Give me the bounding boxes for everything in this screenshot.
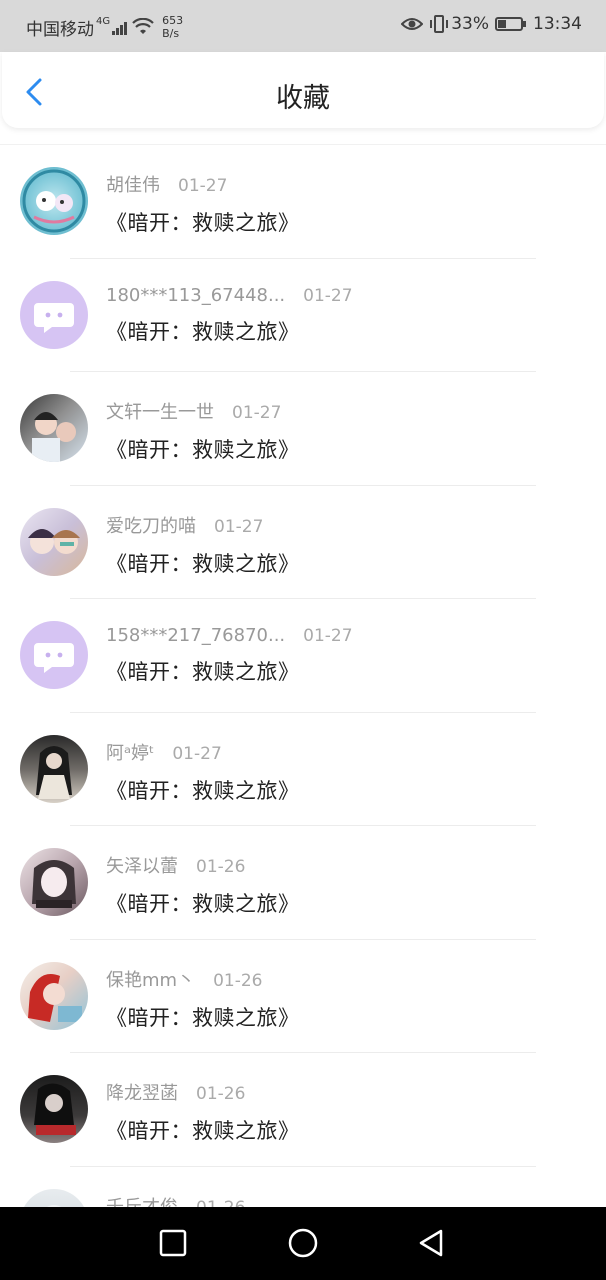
book-title[interactable]: 《暗开：救赎之旅》 — [106, 1115, 300, 1145]
avatar-image — [32, 860, 76, 908]
list-item[interactable]: 阿ᵃ婷ᵗ 01-27 《暗开：救赎之旅》 — [0, 713, 606, 826]
book-title[interactable]: 《暗开：救赎之旅》 — [106, 656, 353, 686]
list-item[interactable]: 文轩一生一世 01-27 《暗开：救赎之旅》 — [0, 372, 606, 486]
battery-icon — [495, 17, 526, 31]
book-title[interactable]: 《暗开：救赎之旅》 — [106, 1002, 300, 1032]
avatar[interactable] — [20, 1075, 88, 1143]
avatar[interactable] — [20, 280, 88, 349]
wifi-icon — [132, 18, 154, 34]
home-icon[interactable] — [287, 1227, 319, 1259]
clock: 13:34 — [533, 14, 582, 34]
avatar[interactable] — [20, 167, 88, 235]
avatar-image — [36, 745, 72, 799]
date-label: 01-27 — [214, 516, 264, 537]
user-name[interactable]: 158***217_76870... — [106, 625, 285, 646]
signal-icon — [112, 19, 128, 35]
user-name[interactable]: 阿ᵃ婷ᵗ — [106, 739, 154, 765]
vibrate-icon — [430, 15, 449, 33]
book-title[interactable]: 《暗开：救赎之旅》 — [106, 548, 300, 578]
avatar[interactable] — [20, 961, 88, 1030]
speed-value: 653 — [162, 14, 184, 27]
date-label: 01-27 — [303, 626, 353, 646]
avatar-image — [28, 973, 82, 1022]
user-name[interactable]: 降龙翌菡 — [106, 1079, 178, 1105]
app-header: 收藏 — [2, 52, 604, 128]
user-name[interactable]: 矢泽以蕾 — [106, 852, 178, 878]
status-right: 33% 13:34 — [401, 14, 582, 34]
book-title[interactable]: 《暗开：救赎之旅》 — [106, 775, 300, 805]
avatar-image — [28, 528, 80, 554]
book-title[interactable]: 《暗开：救赎之旅》 — [106, 316, 353, 346]
book-title[interactable]: 《暗开：救赎之旅》 — [106, 888, 300, 918]
date-label: 01-27 — [172, 743, 222, 764]
date-label: 01-27 — [178, 176, 228, 196]
avatar-image — [34, 1083, 76, 1135]
avatar[interactable] — [20, 848, 88, 916]
chat-bubble-icon — [34, 643, 74, 673]
speed-unit: B/s — [162, 27, 180, 40]
list-item[interactable]: 158***217_76870... 01-27 《暗开：救赎之旅》 — [0, 599, 606, 713]
favorites-list: 胡佳伟 01-27 《暗开：救赎之旅》 180***113_67448... 0… — [0, 145, 606, 1280]
avatar-image — [22, 169, 86, 233]
status-left: 中国移动 4G 653 B/s — [26, 14, 183, 40]
avatar[interactable] — [20, 394, 88, 462]
status-bar: 中国移动 4G 653 B/s 33% 13:34 — [0, 0, 606, 52]
list-item[interactable]: 矢泽以蕾 01-26 《暗开：救赎之旅》 — [0, 826, 606, 940]
user-name[interactable]: 文轩一生一世 — [106, 398, 214, 424]
date-label: 01-26 — [196, 857, 246, 877]
user-name[interactable]: 保艳mm丶 — [106, 966, 195, 992]
user-name[interactable]: 爱吃刀的喵 — [106, 512, 196, 538]
list-item[interactable]: 爱吃刀的喵 01-27 《暗开：救赎之旅》 — [0, 486, 606, 599]
page-title: 收藏 — [276, 83, 330, 114]
list-item[interactable]: 降龙翌菡 01-26 《暗开：救赎之旅》 — [0, 1053, 606, 1167]
book-title[interactable]: 《暗开：救赎之旅》 — [106, 207, 300, 237]
system-nav-bar — [0, 1207, 606, 1280]
recent-apps-icon[interactable] — [157, 1227, 189, 1259]
avatar[interactable] — [20, 621, 88, 689]
date-label: 01-26 — [196, 1084, 246, 1104]
date-label: 01-27 — [232, 403, 282, 423]
date-label: 01-27 — [303, 285, 353, 306]
avatar[interactable] — [20, 734, 88, 803]
back-triangle-icon[interactable] — [415, 1227, 447, 1259]
battery-percent: 33% — [451, 14, 489, 34]
avatar[interactable] — [20, 507, 88, 576]
carrier-label: 中国移动 — [26, 19, 94, 40]
eye-icon — [401, 18, 424, 30]
user-name[interactable]: 180***113_67448... — [106, 285, 285, 306]
list-item[interactable]: 胡佳伟 01-27 《暗开：救赎之旅》 — [0, 145, 606, 259]
user-name[interactable]: 胡佳伟 — [106, 171, 160, 197]
date-label: 01-26 — [213, 970, 263, 991]
network-type: 4G — [96, 15, 111, 27]
network-speed: 653 B/s — [162, 14, 183, 40]
chat-bubble-icon — [34, 302, 74, 333]
avatar-image — [32, 412, 76, 462]
list-item[interactable]: 180***113_67448... 01-27 《暗开：救赎之旅》 — [0, 259, 606, 372]
list-item[interactable]: 保艳mm丶 01-26 《暗开：救赎之旅》 — [0, 940, 606, 1053]
book-title[interactable]: 《暗开：救赎之旅》 — [106, 434, 300, 464]
